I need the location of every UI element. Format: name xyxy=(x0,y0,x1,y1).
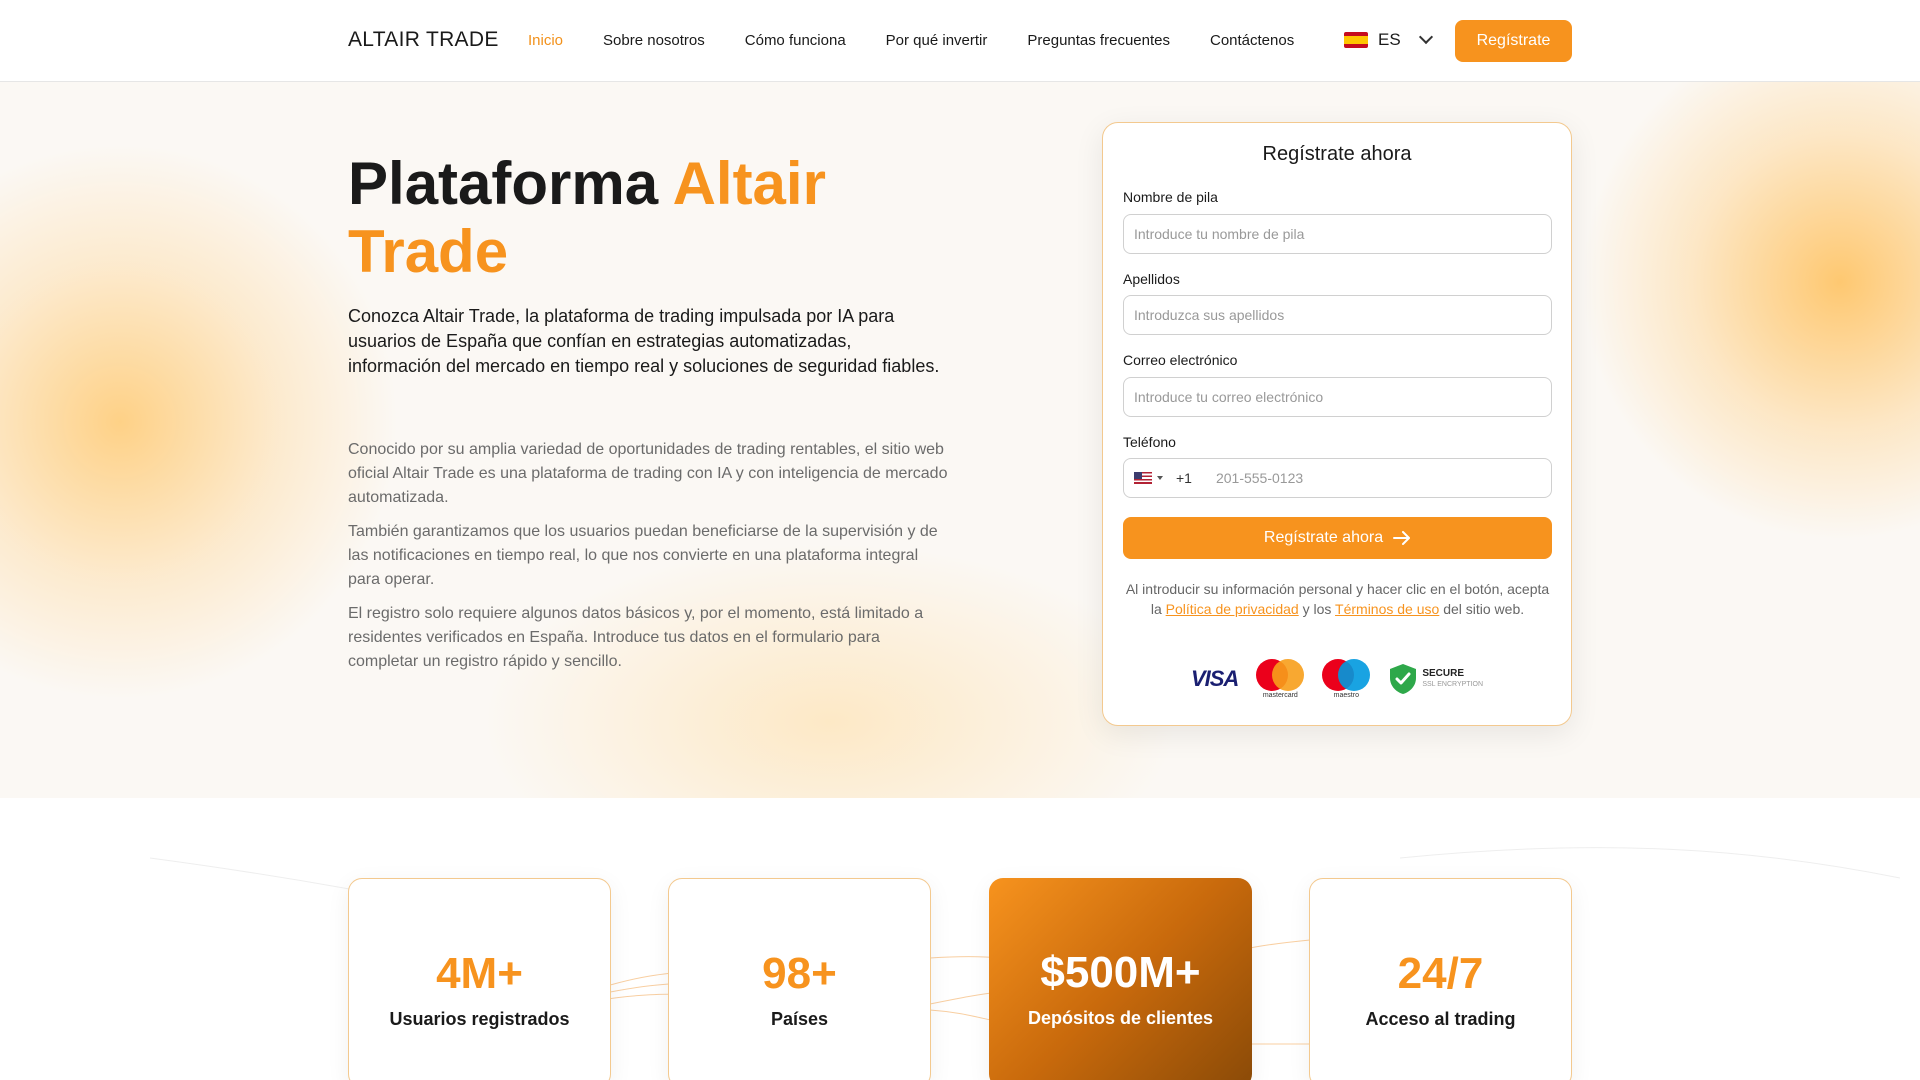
privacy-policy-link[interactable]: Política de privacidad xyxy=(1166,601,1299,617)
arrow-right-icon xyxy=(1393,531,1411,545)
language-code: ES xyxy=(1378,30,1401,49)
legal-text: del sitio web. xyxy=(1439,601,1525,617)
stat-value: 24/7 xyxy=(1397,949,1484,998)
last-name-placeholder: Introduzca sus apellidos xyxy=(1134,307,1285,323)
phone-label: Teléfono xyxy=(1123,434,1176,450)
stat-label: Acceso al trading xyxy=(1365,1009,1516,1029)
first-name-field[interactable]: Introduce tu nombre de pila xyxy=(1123,214,1552,254)
stat-label: Depósitos de clientes xyxy=(1027,1008,1214,1028)
phone-placeholder: 201-555-0123 xyxy=(1215,470,1304,486)
background-glow xyxy=(1580,82,1920,542)
hero-title: Plataforma Altair Trade xyxy=(348,150,868,286)
registration-form: Regístrate ahora Nombre de pila Introduc… xyxy=(1102,122,1572,726)
logo[interactable]: ALTAIR TRADE xyxy=(348,28,499,52)
stat-value: 98+ xyxy=(762,949,837,998)
mastercard-label: mastercard xyxy=(1262,692,1298,699)
visa-logo: VISA xyxy=(1190,666,1239,691)
us-flag-icon xyxy=(1134,472,1152,484)
nav-item-como-funciona[interactable]: Cómo funciona xyxy=(745,32,846,49)
terms-of-use-link[interactable]: Términos de uso xyxy=(1335,601,1439,617)
chevron-down-icon xyxy=(1418,29,1433,45)
shield-check-icon xyxy=(1390,664,1417,694)
language-selector[interactable]: ES xyxy=(1344,29,1433,50)
caret-down-icon xyxy=(1157,476,1163,480)
nav-item-sobre-nosotros[interactable]: Sobre nosotros xyxy=(603,32,705,49)
hero-title-text: Plataforma xyxy=(348,150,673,217)
spain-flag-icon xyxy=(1344,32,1368,48)
nav-item-por-que-invertir[interactable]: Por qué invertir xyxy=(886,32,988,49)
email-field[interactable]: Introduce tu correo electrónico xyxy=(1123,377,1552,417)
first-name-label: Nombre de pila xyxy=(1123,189,1218,205)
stat-value: $500M+ xyxy=(1040,948,1201,997)
phone-field[interactable]: +1 201-555-0123 xyxy=(1123,458,1552,498)
hero-paragraph: Conocido por su amplia variedad de oport… xyxy=(348,441,948,506)
nav-item-contactenos[interactable]: Contáctenos xyxy=(1210,32,1294,49)
main-nav: Inicio Sobre nosotros Cómo funciona Por … xyxy=(528,32,1334,49)
stat-card: 24/7 Acceso al trading xyxy=(1309,878,1572,1080)
stat-card: 4M+ Usuarios registrados xyxy=(348,878,611,1080)
maestro-logo: maestro xyxy=(1322,659,1371,699)
last-name-label: Apellidos xyxy=(1123,271,1180,287)
stat-value: 4M+ xyxy=(436,949,523,998)
phone-code: +1 xyxy=(1176,470,1192,486)
decorative-lines xyxy=(149,847,1901,1045)
submit-label: Regístrate ahora xyxy=(1263,529,1384,546)
hero-lead: Conozca Altair Trade, la plataforma de t… xyxy=(348,306,940,376)
nav-item-inicio[interactable]: Inicio xyxy=(528,32,563,49)
country-code-selector[interactable]: +1 xyxy=(1134,470,1192,486)
hero-section: Plataforma Altair Trade Conozca Altair T… xyxy=(0,82,1920,798)
stat-card-highlighted: $500M+ Depósitos de clientes xyxy=(989,878,1252,1080)
legal-notice: Al introducir su información personal y … xyxy=(1123,579,1552,619)
stat-card: 98+ Países xyxy=(668,878,931,1080)
first-name-placeholder: Introduce tu nombre de pila xyxy=(1134,226,1305,242)
register-button[interactable]: Regístrate xyxy=(1455,20,1572,62)
ssl-secure-badge: SECURE SSL ENCRYPTION xyxy=(1388,663,1483,695)
stat-label: Países xyxy=(770,1009,829,1029)
secure-title: SECURE xyxy=(1422,668,1465,679)
hero-title-accent: Trade xyxy=(348,218,509,285)
mastercard-logo: mastercard xyxy=(1256,659,1305,699)
stats-section: 4M+ Usuarios registrados 98+ Países $500… xyxy=(0,798,1920,1080)
stat-label: Usuarios registrados xyxy=(389,1009,570,1029)
email-placeholder: Introduce tu correo electrónico xyxy=(1134,389,1324,405)
secure-subtitle: SSL ENCRYPTION xyxy=(1422,681,1484,688)
nav-item-preguntas-frecuentes[interactable]: Preguntas frecuentes xyxy=(1027,32,1170,49)
form-title: Regístrate ahora xyxy=(1262,143,1412,165)
hero-paragraph: También garantizamos que los usuarios pu… xyxy=(348,523,938,588)
legal-text: y los xyxy=(1298,601,1336,617)
submit-register-button[interactable]: Regístrate ahora xyxy=(1123,517,1552,559)
last-name-field[interactable]: Introduzca sus apellidos xyxy=(1123,295,1552,335)
email-label: Correo electrónico xyxy=(1123,352,1238,368)
maestro-label: maestro xyxy=(1333,692,1359,699)
site-header: ALTAIR TRADE Inicio Sobre nosotros Cómo … xyxy=(0,0,1920,82)
hero-title-accent: Altair xyxy=(672,150,826,217)
hero-paragraph: El registro solo requiere algunos datos … xyxy=(348,605,924,670)
background-glow xyxy=(0,142,400,702)
payment-logos: VISA mastercard maestro SECURE SSL ENCRY… xyxy=(1103,659,1571,699)
